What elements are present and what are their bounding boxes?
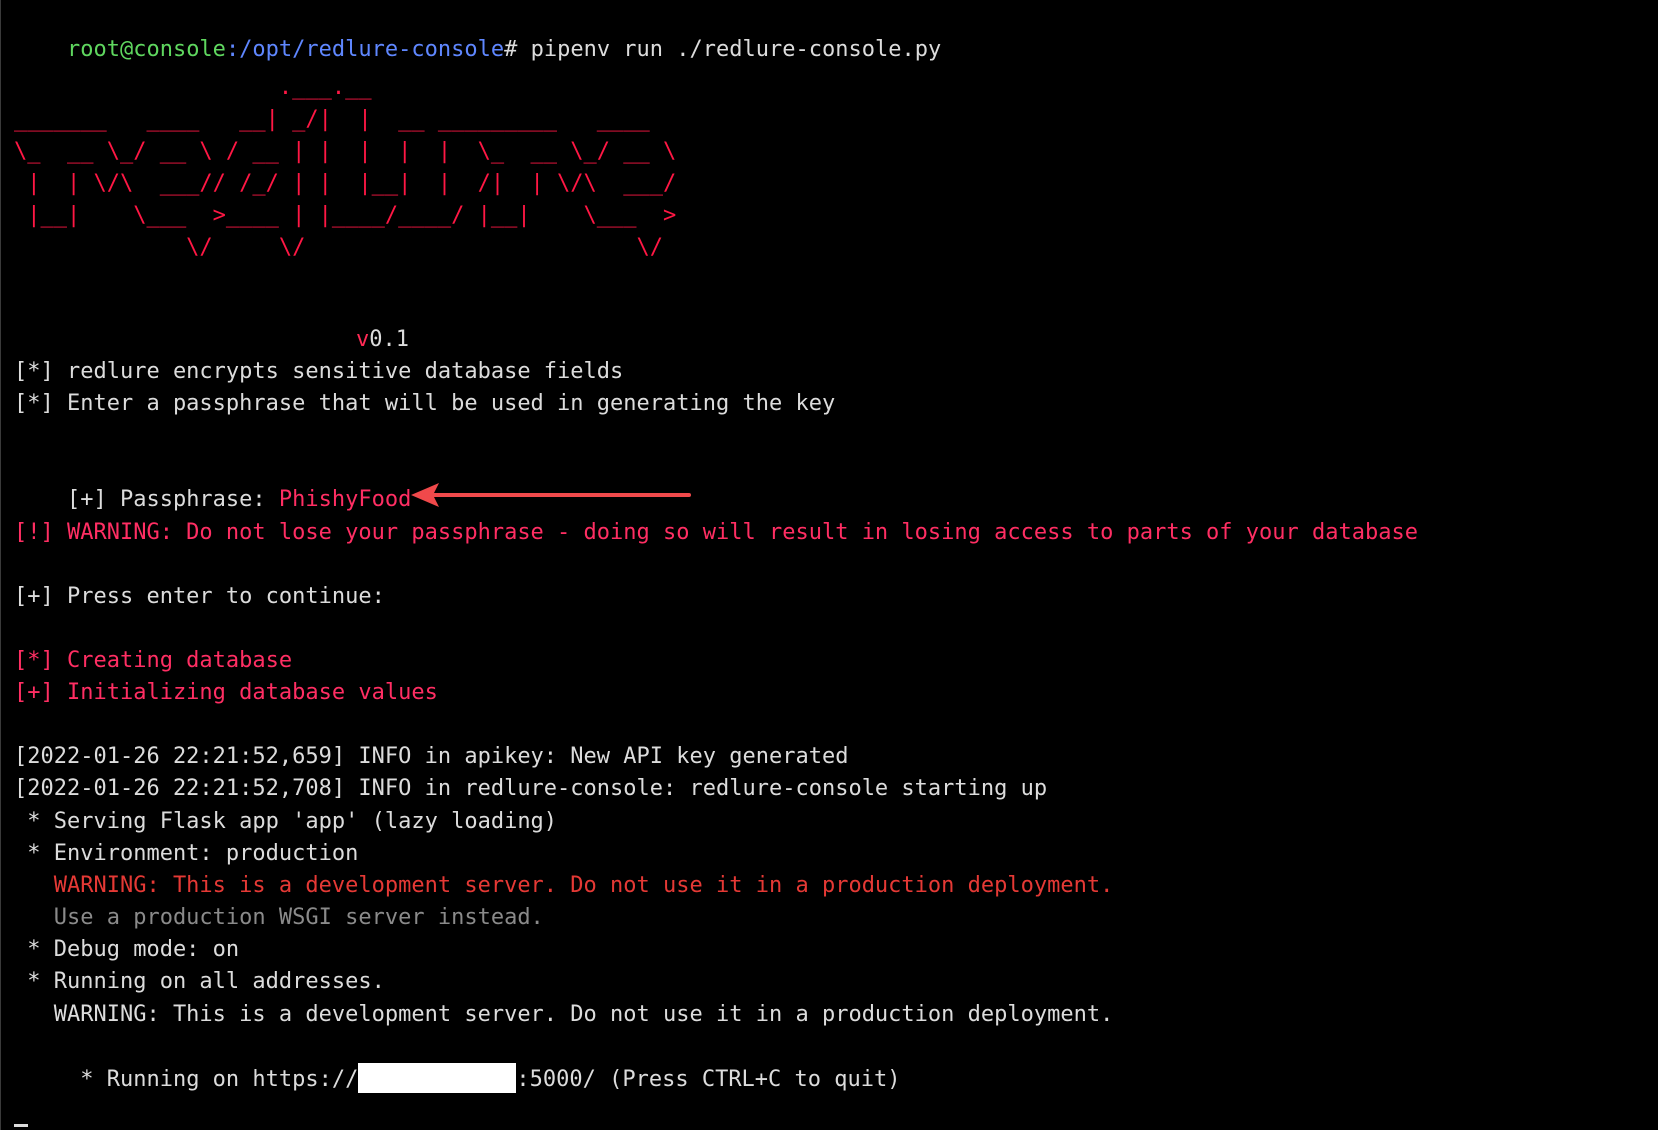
redacted-address: [358, 1063, 517, 1093]
press-enter-line: [+] Press enter to continue:: [14, 584, 385, 609]
flask-warning-line-2: WARNING: This is a development server. D…: [14, 1002, 1114, 1027]
log-line-1: [2022-01-26 22:21:52,659] INFO in apikey…: [14, 744, 849, 769]
terminal-cursor: [14, 1124, 28, 1127]
prompt-command: pipenv run ./redlure-console.py: [530, 37, 942, 62]
flask-warning-line: WARNING: This is a development server. D…: [14, 873, 1114, 898]
running-line: * Running on https:// :5000/ (Press CTRL+…: [14, 1031, 901, 1093]
prompt-path: :/opt/redlure-console: [225, 37, 505, 62]
passphrase-label: [+] Passphrase:: [66, 487, 279, 512]
terminal-window[interactable]: root@console:/opt/redlure-console# pipen…: [0, 0, 1658, 1130]
banner-row-1: .___.__: [14, 75, 372, 100]
flask-line-3: * Debug mode: on: [14, 937, 240, 962]
version-number: 0.1: [369, 327, 409, 352]
info-line-1: [*] redlure encrypts sensitive database …: [14, 359, 624, 384]
flask-line-1: * Serving Flask app 'app' (lazy loading): [14, 809, 558, 834]
prompt-user: root@console: [66, 37, 226, 62]
prompt-line: root@console:/opt/redlure-console# pipen…: [14, 2, 941, 62]
version-prefix: v: [355, 327, 370, 352]
init-db-line: [+] Initializing database values: [14, 680, 438, 705]
flask-line-4: * Running on all addresses.: [14, 969, 385, 994]
left-arrow-icon: [411, 483, 691, 507]
running-prefix: * Running on https://: [66, 1067, 359, 1092]
passphrase-line: [+] Passphrase: PhishyFood: [14, 452, 411, 512]
warning-line: [!] WARNING: Do not lose your passphrase…: [14, 520, 1418, 545]
prompt-symbol: #: [504, 37, 531, 62]
banner-row-6: \/ \/ \/: [14, 235, 664, 260]
version-label: v0.1: [303, 292, 409, 352]
passphrase-value: PhishyFood: [278, 487, 412, 512]
info-line-2: [*] Enter a passphrase that will be used…: [14, 391, 836, 416]
flask-wsgi-line: Use a production WSGI server instead.: [14, 905, 544, 930]
banner-row-4: | | \/\ ___// /_/ | | |__| | /| | \/\ __…: [14, 171, 677, 196]
log-line-2: [2022-01-26 22:21:52,708] INFO in redlur…: [14, 776, 1048, 801]
flask-line-2: * Environment: production: [14, 841, 359, 866]
banner-row-2: _______ ____ __| _/| | __ _________ ____: [14, 107, 650, 132]
running-suffix: :5000/ (Press CTRL+C to quit): [516, 1067, 901, 1092]
creating-db-line: [*] Creating database: [14, 648, 293, 673]
banner-row-5: |__| \___ >____ | |____/____/ |__| \___ …: [14, 203, 677, 228]
banner-row-3: \_ __ \_/ __ \ / __ | | | | | \_ __ \_/ …: [14, 139, 677, 164]
